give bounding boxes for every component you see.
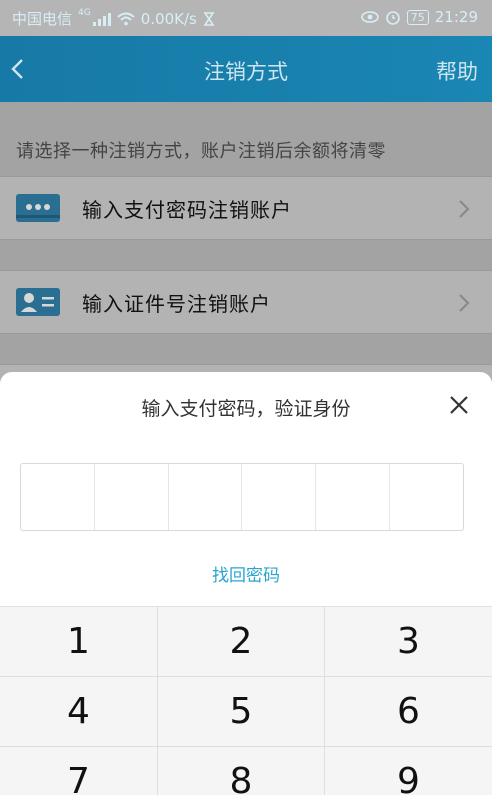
password-input[interactable]: [20, 463, 464, 531]
chevron-right-icon: [459, 200, 470, 218]
key-2[interactable]: 2: [158, 607, 325, 677]
key-9[interactable]: 9: [325, 747, 492, 795]
page-title: 注销方式: [204, 60, 288, 84]
password-digit-cell: [95, 464, 169, 530]
option-id-cancel[interactable]: 输入证件号注销账户: [0, 270, 492, 334]
password-digit-cell: [242, 464, 317, 530]
option-label: 输入支付密码注销账户: [82, 198, 292, 222]
key-5[interactable]: 5: [158, 677, 325, 747]
net-speed: 0.00K/s: [140, 9, 197, 28]
alarm-icon: [385, 11, 400, 25]
chevron-right-icon: [459, 294, 470, 312]
key-6[interactable]: 6: [325, 677, 492, 747]
key-4[interactable]: 4: [0, 677, 158, 747]
instruction-text: 请选择一种注销方式，账户注销后余额将清零: [16, 141, 386, 162]
password-card-icon: [16, 194, 60, 222]
status-bar: 中国电信 4G 0.00K/s 75 21:29: [0, 0, 492, 36]
signal-icon: [92, 12, 111, 26]
id-card-icon: [16, 288, 60, 316]
forgot-password-link[interactable]: 找回密码: [0, 561, 492, 586]
password-digit-cell: [390, 464, 463, 530]
help-button[interactable]: 帮助: [436, 56, 478, 86]
close-icon[interactable]: [448, 394, 470, 416]
network-type: 4G: [78, 8, 91, 18]
sheet-title: 输入支付密码，验证身份: [141, 398, 351, 420]
carrier-label: 中国电信: [12, 10, 73, 28]
key-7[interactable]: 7: [0, 747, 158, 795]
battery-indicator: 75: [406, 9, 429, 25]
key-3[interactable]: 3: [325, 607, 492, 677]
option-password-cancel[interactable]: 输入支付密码注销账户: [0, 176, 492, 240]
time-label: 21:29: [434, 8, 478, 26]
key-8[interactable]: 8: [158, 747, 325, 795]
key-1[interactable]: 1: [0, 607, 158, 677]
eye-icon: [360, 11, 379, 23]
app-header: 注销方式 帮助: [0, 36, 492, 102]
number-keypad: 1 2 3 4 5 6 7 8 9: [0, 606, 492, 795]
password-sheet: 输入支付密码，验证身份 找回密码 1 2 3 4 5 6 7 8 9: [0, 372, 492, 795]
password-digit-cell: [169, 464, 243, 530]
wifi-icon: [117, 12, 135, 25]
hourglass-icon: [203, 11, 214, 26]
password-digit-cell: [316, 464, 391, 530]
option-label: 输入证件号注销账户: [82, 292, 271, 316]
password-digit-cell: [21, 464, 95, 530]
